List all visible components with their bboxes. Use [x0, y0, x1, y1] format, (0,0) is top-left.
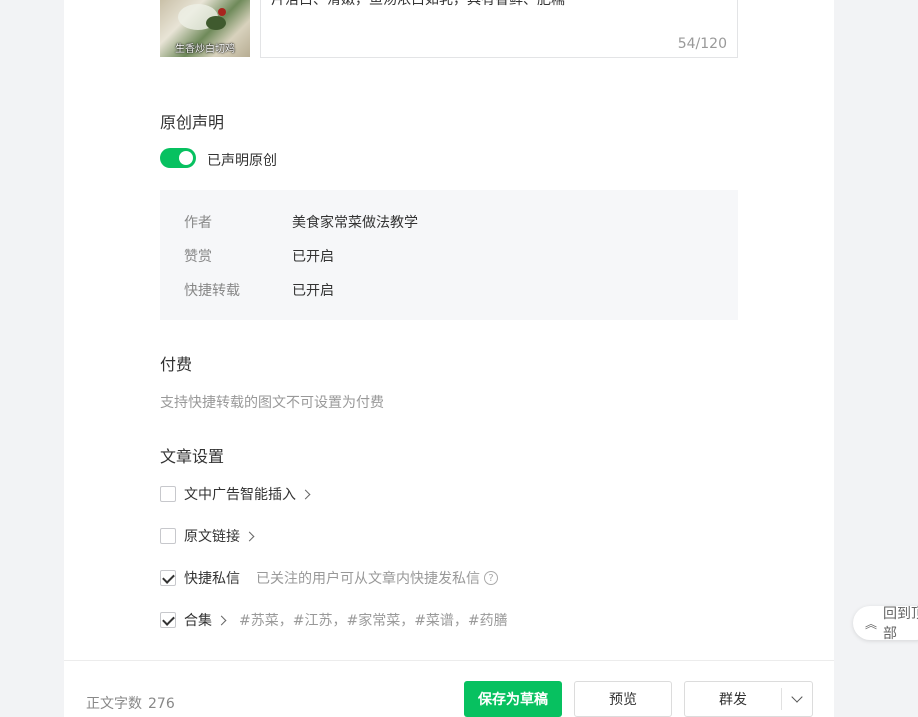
divider: [781, 688, 782, 710]
cover-image[interactable]: 生香炒白切鸡: [160, 0, 250, 57]
chevron-right-icon[interactable]: [244, 531, 255, 541]
cover-food-shape: [206, 16, 226, 30]
checkbox-checked[interactable]: [160, 612, 176, 628]
checkbox-checked[interactable]: [160, 570, 176, 586]
toggle-knob: [179, 151, 193, 165]
original-section-title: 原创声明: [160, 113, 225, 132]
info-value: 美食家常菜做法教学: [292, 215, 418, 231]
checkbox[interactable]: [160, 486, 176, 502]
settings-section-title: 文章设置: [160, 447, 225, 466]
info-value: 已开启: [292, 283, 334, 299]
info-value: 已开启: [292, 249, 334, 265]
info-row-reward: 赞赏 已开启: [184, 246, 334, 266]
info-key: 快捷转载: [184, 283, 240, 299]
collection-tags: #苏菜，#江苏，#家常菜，#菜谱，#药膳: [239, 613, 508, 629]
back-to-top-label: 回到顶部: [883, 606, 918, 642]
excerpt-char-count: 54/120: [677, 36, 727, 52]
paid-hint: 支持快捷转载的图文不可设置为付费: [160, 395, 384, 411]
setting-label: 合集: [184, 613, 212, 629]
back-to-top-button[interactable]: ︽ 回到顶部: [853, 606, 918, 642]
chevron-right-icon[interactable]: [300, 489, 311, 499]
setting-collection[interactable]: 合集 #苏菜，#江苏，#家常菜，#菜谱，#药膳: [160, 610, 508, 630]
publish-button[interactable]: 群发: [685, 689, 781, 709]
word-count-label: 正文字数: [86, 696, 142, 712]
info-key: 赞赏: [184, 249, 212, 265]
original-toggle-label: 已声明原创: [207, 153, 277, 169]
setting-label: 快捷私信: [184, 571, 240, 587]
cover-food-shape: [218, 8, 226, 16]
paid-section-title: 付费: [160, 355, 193, 374]
excerpt-text: 片洁白、滑嫩，鱼汤浓白如乳，具有香鲜、肥糯: [271, 0, 565, 8]
checkbox[interactable]: [160, 528, 176, 544]
setting-ad-insert[interactable]: 文中广告智能插入: [160, 484, 311, 504]
info-row-quick-repost: 快捷转载 已开启: [184, 280, 334, 300]
setting-label: 文中广告智能插入: [184, 487, 296, 503]
cover-caption: 生香炒白切鸡: [175, 44, 235, 55]
setting-quick-message[interactable]: 快捷私信 已关注的用户可从文章内快捷发私信 ?: [160, 568, 498, 588]
setting-label: 原文链接: [184, 529, 240, 545]
word-count-value: 276: [148, 696, 175, 712]
help-icon[interactable]: ?: [484, 571, 498, 585]
chevron-down-icon[interactable]: [791, 691, 803, 703]
save-draft-button[interactable]: 保存为草稿: [464, 681, 562, 717]
setting-original-link[interactable]: 原文链接: [160, 526, 255, 546]
word-count: 正文字数 276: [86, 693, 175, 713]
excerpt-textarea[interactable]: 片洁白、滑嫩，鱼汤浓白如乳，具有香鲜、肥糯 54/120: [260, 0, 738, 58]
preview-button[interactable]: 预览: [574, 681, 672, 717]
original-toggle[interactable]: [160, 148, 196, 168]
info-row-author: 作者 美食家常菜做法教学: [184, 212, 418, 232]
double-chevron-up-icon: ︽: [865, 616, 878, 631]
publish-split-button: 群发: [684, 681, 813, 717]
setting-desc: 已关注的用户可从文章内快捷发私信: [256, 571, 480, 587]
chevron-right-icon[interactable]: [216, 615, 227, 625]
info-key: 作者: [184, 215, 212, 231]
original-info-box: 作者 美食家常菜做法教学 赞赏 已开启 快捷转载 已开启: [160, 190, 738, 320]
